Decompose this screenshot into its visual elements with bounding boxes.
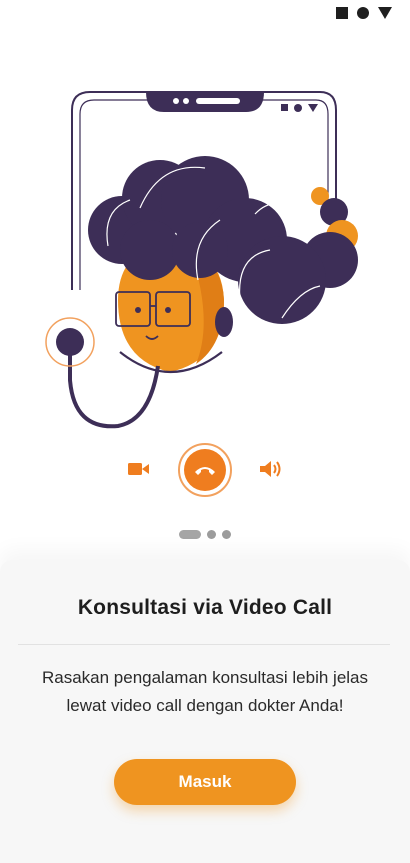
onboarding-card: Konsultasi via Video Call Rasakan pengal… <box>0 560 410 863</box>
end-call-icon <box>184 449 226 491</box>
status-bar <box>0 0 410 30</box>
page-dot-active[interactable] <box>179 530 201 539</box>
video-camera-icon[interactable] <box>128 458 150 480</box>
card-description: Rasakan pengalaman konsultasi lebih jela… <box>41 668 369 715</box>
triangle-down-icon <box>378 7 392 19</box>
circle-icon <box>357 7 369 19</box>
masuk-button[interactable]: Masuk <box>114 759 296 805</box>
page-dot[interactable] <box>207 530 216 539</box>
speaker-icon[interactable] <box>259 458 283 480</box>
square-icon <box>336 7 348 19</box>
end-call-button[interactable] <box>178 443 232 497</box>
divider <box>18 644 390 645</box>
page-dot[interactable] <box>222 530 231 539</box>
card-title: Konsultasi via Video Call <box>77 596 333 619</box>
call-controls <box>0 440 410 500</box>
page-indicator <box>0 530 410 539</box>
status-icons <box>336 7 392 19</box>
